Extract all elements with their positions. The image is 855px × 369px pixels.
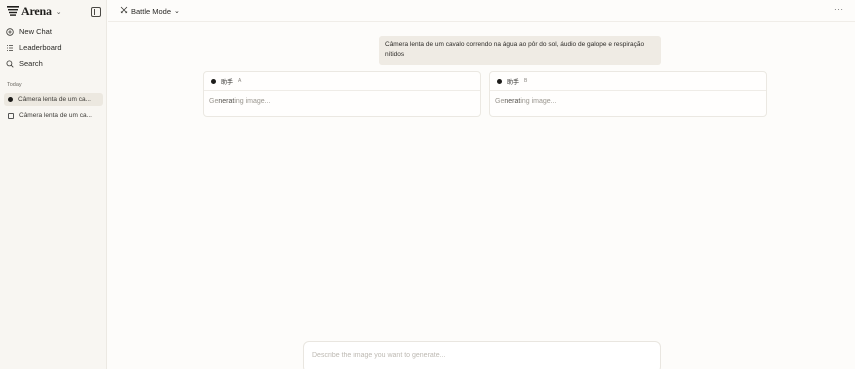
history-item-label: Câmera lenta de um ca... bbox=[19, 112, 92, 119]
search-icon bbox=[6, 60, 14, 68]
model-card-b: 助手 B Generating image... bbox=[489, 71, 767, 117]
model-slot-label: B bbox=[524, 78, 528, 84]
new-chat-icon bbox=[6, 27, 14, 36]
model-slot-label: A bbox=[238, 78, 242, 84]
brand-name: Arena bbox=[21, 3, 52, 18]
history-item[interactable]: Câmera lenta de um ca... bbox=[4, 93, 103, 106]
chevron-down-icon: ⌄ bbox=[55, 8, 62, 16]
model-name: 助手 bbox=[507, 79, 520, 86]
dot-icon bbox=[8, 97, 13, 102]
model-card-header: 助手 B bbox=[490, 72, 766, 91]
prompt-input[interactable] bbox=[312, 350, 632, 361]
history-item[interactable]: Câmera lenta de um ca... bbox=[4, 109, 103, 122]
header-divider bbox=[108, 21, 855, 22]
history-item-label: Câmera lenta de um ca... bbox=[18, 96, 91, 103]
user-prompt-bubble: Câmera lenta de um cavalo correndo na ág… bbox=[379, 36, 661, 65]
nav-search-label: Search bbox=[19, 59, 43, 68]
sidebar: Arena ⌄ New Chat Leaderboard Search Toda… bbox=[0, 0, 107, 369]
model-card-a: 助手 A Generating image... bbox=[203, 71, 481, 117]
generating-status: Generating image... bbox=[209, 98, 271, 105]
nav-new-chat-label: New Chat bbox=[19, 27, 52, 36]
swords-icon bbox=[120, 6, 128, 16]
toggle-sidebar-icon[interactable] bbox=[91, 7, 101, 17]
image-icon bbox=[8, 112, 14, 119]
more-options-icon[interactable]: ··· bbox=[834, 5, 844, 14]
nav-leaderboard[interactable]: Leaderboard bbox=[6, 41, 101, 54]
model-name: 助手 bbox=[221, 79, 234, 86]
brand-menu[interactable]: Arena ⌄ bbox=[7, 4, 62, 18]
battle-mode-selector[interactable]: Battle Mode ⌄ bbox=[120, 5, 180, 17]
nav-new-chat[interactable]: New Chat bbox=[6, 25, 101, 38]
chevron-down-icon: ⌄ bbox=[174, 8, 180, 15]
battle-mode-label: Battle Mode bbox=[131, 6, 172, 16]
section-label-today: Today bbox=[7, 82, 22, 88]
generating-status: Generating image... bbox=[495, 98, 557, 105]
nav-leaderboard-label: Leaderboard bbox=[19, 43, 62, 52]
model-dot-icon bbox=[497, 78, 502, 84]
arena-logo-icon bbox=[7, 6, 19, 16]
leaderboard-icon bbox=[6, 44, 14, 52]
model-card-header: 助手 A bbox=[204, 72, 480, 91]
nav-search[interactable]: Search bbox=[6, 57, 101, 70]
prompt-composer bbox=[303, 341, 661, 369]
model-dot-icon bbox=[211, 78, 216, 84]
